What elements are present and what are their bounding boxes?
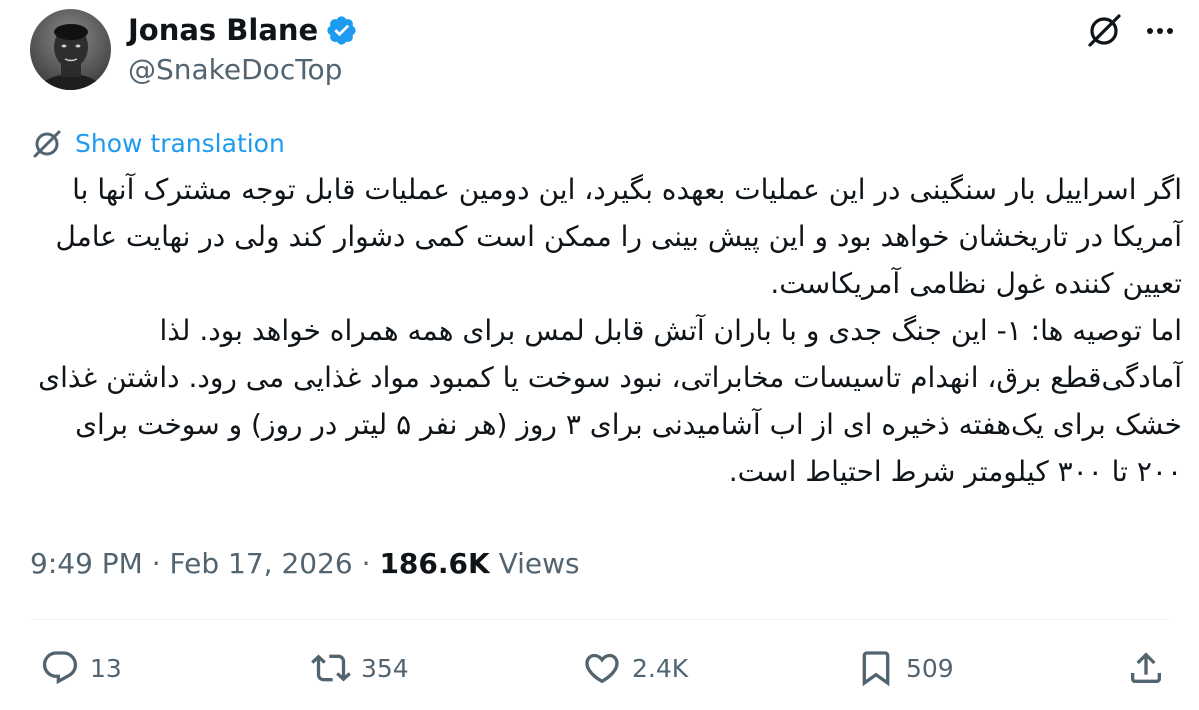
translate-icon xyxy=(30,126,64,160)
tweet-paragraph: اگر اسراییل بار سنگینی در این عملیات بعه… xyxy=(55,173,1182,300)
reply-count: 13 xyxy=(90,653,122,683)
views-count: 186.6K xyxy=(379,547,490,580)
share-icon xyxy=(1131,652,1161,683)
show-translation-link[interactable]: Show translation xyxy=(30,125,285,161)
tweet-paragraph: اما توصیه ها: ۱- این جنگ جدی و با باران … xyxy=(38,314,1182,488)
reply-button[interactable]: 13 xyxy=(40,645,122,691)
bookmark-button[interactable]: 509 xyxy=(856,645,954,691)
like-button[interactable]: 2.4K xyxy=(582,645,688,691)
bookmark-icon xyxy=(862,651,890,687)
views-label: Views xyxy=(498,547,580,580)
bookmark-count: 509 xyxy=(906,653,954,683)
author-display-name[interactable]: Jonas Blane xyxy=(128,10,358,50)
grok-icon[interactable] xyxy=(1085,10,1125,50)
heart-icon xyxy=(585,653,619,684)
tweet-date[interactable]: Feb 17, 2026 xyxy=(170,547,353,580)
meta-separator: · xyxy=(151,547,161,580)
share-button[interactable] xyxy=(1126,645,1166,691)
reply-icon xyxy=(42,651,78,685)
divider xyxy=(30,619,1169,620)
display-name-text: Jonas Blane xyxy=(128,13,319,47)
like-count: 2.4K xyxy=(632,653,689,683)
avatar[interactable] xyxy=(30,9,111,90)
retweet-button[interactable]: 354 xyxy=(311,645,409,691)
more-icon[interactable] xyxy=(1140,10,1180,50)
retweet-icon xyxy=(311,654,351,682)
tweet-meta: 9:49 PM · Feb 17, 2026 · 186.6K Views xyxy=(30,544,580,584)
tweet-text: اگر اسراییل بار سنگینی در این عملیات بعه… xyxy=(22,166,1182,495)
verified-badge-icon xyxy=(325,14,358,47)
author-handle[interactable]: @SnakeDocTop xyxy=(128,50,342,90)
meta-separator: · xyxy=(361,547,371,580)
tweet-time[interactable]: 9:49 PM xyxy=(30,547,143,580)
retweet-count: 354 xyxy=(361,653,409,683)
show-translation-label: Show translation xyxy=(75,128,285,158)
